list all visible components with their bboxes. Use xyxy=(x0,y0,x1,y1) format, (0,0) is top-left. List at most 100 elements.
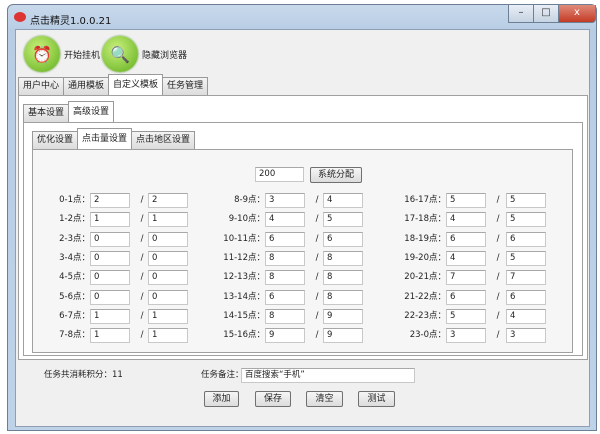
hour-max-input[interactable]: 5 xyxy=(506,250,546,266)
hour-min-input[interactable]: 8 xyxy=(265,250,305,266)
hour-min-input[interactable]: 1 xyxy=(90,308,130,324)
tab-basic-settings[interactable]: 基本设置 xyxy=(23,104,70,122)
hour-min-input[interactable]: 4 xyxy=(446,212,486,228)
hour-max-input[interactable]: 4 xyxy=(506,308,546,324)
tab-task-management[interactable]: 任务管理 xyxy=(162,77,209,95)
magnifier-icon: 🔍 xyxy=(102,36,138,72)
alarm-clock-icon: ⏰ xyxy=(24,36,60,72)
hour-max-input[interactable]: 9 xyxy=(323,328,363,344)
hour-max-input[interactable]: 4 xyxy=(323,193,363,208)
hour-max-input[interactable]: 1 xyxy=(148,308,188,324)
slash-separator: / xyxy=(315,310,319,321)
slash-separator: / xyxy=(140,252,144,263)
maximize-button[interactable]: □ xyxy=(533,5,559,23)
hour-label: 12-13点： xyxy=(223,272,265,283)
hide-browser-button[interactable]: 🔍 隐藏浏览器 xyxy=(102,36,187,72)
task-note-input[interactable]: 百度搜索“手机” xyxy=(241,368,415,383)
hour-min-input[interactable]: 3 xyxy=(446,328,486,344)
slash-separator: / xyxy=(140,310,144,321)
save-button[interactable]: 保存 xyxy=(255,391,291,407)
hour-max-input[interactable]: 0 xyxy=(148,270,188,286)
main-tabs: 用户中心 通用模板 自定义模板 任务管理 xyxy=(18,74,209,95)
hour-label: 8-9点： xyxy=(234,195,265,205)
tab-click-region-settings[interactable]: 点击地区设置 xyxy=(131,131,196,149)
slash-separator: / xyxy=(496,252,500,263)
hour-max-input[interactable]: 2 xyxy=(148,193,188,208)
hour-max-input[interactable]: 6 xyxy=(506,289,546,305)
slash-separator: / xyxy=(315,291,319,302)
total-clicks-input[interactable]: 200 xyxy=(255,167,304,182)
add-button[interactable]: 添加 xyxy=(204,391,239,407)
client-area: ⏰ 开始挂机 🔍 隐藏浏览器 用户中心 通用模板 自定义模板 任务管理 基本设置… xyxy=(15,29,590,427)
hour-max-input[interactable]: 7 xyxy=(506,270,546,286)
hour-max-input[interactable]: 0 xyxy=(148,250,188,266)
hour-min-input[interactable]: 1 xyxy=(90,328,130,344)
hour-min-input[interactable]: 1 xyxy=(90,212,130,228)
hour-max-input[interactable]: 5 xyxy=(506,212,546,228)
hour-min-input[interactable]: 6 xyxy=(446,231,486,247)
hour-max-input[interactable]: 6 xyxy=(506,231,546,247)
tab-click-count-settings[interactable]: 点击量设置 xyxy=(77,128,133,149)
hour-min-input[interactable]: 6 xyxy=(265,289,305,305)
hour-label: 2-3点： xyxy=(59,233,90,244)
test-button[interactable]: 测试 xyxy=(358,391,395,407)
start-button[interactable]: ⏰ 开始挂机 xyxy=(24,36,100,72)
hour-label: 19-20点： xyxy=(404,252,446,263)
hour-max-input[interactable]: 0 xyxy=(148,231,188,247)
hour-label: 9-10点： xyxy=(228,214,265,225)
tab-custom-template[interactable]: 自定义模板 xyxy=(108,74,164,95)
hour-min-input[interactable]: 9 xyxy=(265,328,305,344)
hour-min-input[interactable]: 4 xyxy=(446,250,486,266)
hour-min-input[interactable]: 5 xyxy=(446,308,486,324)
hour-min-input[interactable]: 7 xyxy=(446,270,486,286)
hour-max-input[interactable]: 1 xyxy=(148,212,188,228)
hour-label: 23-0点： xyxy=(409,330,446,341)
points-label-text: 任务共消耗积分： xyxy=(44,370,113,380)
hour-min-input[interactable]: 0 xyxy=(90,250,130,266)
hour-max-input[interactable]: 9 xyxy=(323,308,363,324)
hour-label: 22-23点： xyxy=(404,310,446,321)
slash-separator: / xyxy=(315,195,319,205)
clear-button[interactable]: 清空 xyxy=(306,391,343,407)
hour-label: 0-1点： xyxy=(59,195,90,205)
hour-max-input[interactable]: 8 xyxy=(323,250,363,266)
hour-max-input[interactable]: 0 xyxy=(148,289,188,305)
slash-separator: / xyxy=(315,214,319,225)
hour-max-input[interactable]: 5 xyxy=(323,212,363,228)
tab-optimize-settings[interactable]: 优化设置 xyxy=(32,131,79,149)
hour-max-input[interactable]: 8 xyxy=(323,289,363,305)
slash-separator: / xyxy=(140,233,144,244)
hour-min-input[interactable]: 5 xyxy=(446,193,486,208)
note-label: 任务备注： xyxy=(201,370,244,380)
inner-tabs: 优化设置 点击量设置 点击地区设置 xyxy=(32,128,196,149)
slash-separator: / xyxy=(496,291,500,302)
hour-min-input[interactable]: 8 xyxy=(265,308,305,324)
slash-separator: / xyxy=(496,214,500,225)
hour-label: 15-16点： xyxy=(223,330,265,341)
slash-separator: / xyxy=(315,330,319,341)
hour-max-input[interactable]: 3 xyxy=(506,328,546,344)
hour-min-input[interactable]: 8 xyxy=(265,270,305,286)
hour-min-input[interactable]: 0 xyxy=(90,270,130,286)
system-allocate-button[interactable]: 系统分配 xyxy=(310,167,362,183)
hour-max-input[interactable]: 1 xyxy=(148,328,188,344)
tab-common-template[interactable]: 通用模板 xyxy=(63,77,110,95)
hour-min-input[interactable]: 4 xyxy=(265,212,305,228)
hour-min-input[interactable]: 0 xyxy=(90,289,130,305)
hour-label: 16-17点： xyxy=(404,195,446,205)
hour-label: 13-14点： xyxy=(223,291,265,302)
hour-min-input[interactable]: 6 xyxy=(446,289,486,305)
hour-min-input[interactable]: 6 xyxy=(265,231,305,247)
tab-user-center[interactable]: 用户中心 xyxy=(18,77,65,95)
hour-label: 18-19点： xyxy=(404,233,446,244)
hour-max-input[interactable]: 5 xyxy=(506,193,546,208)
minimize-button[interactable]: – xyxy=(508,5,534,23)
hour-min-input[interactable]: 2 xyxy=(90,193,130,208)
close-button[interactable]: x xyxy=(558,5,596,23)
hour-max-input[interactable]: 6 xyxy=(323,231,363,247)
hour-min-input[interactable]: 3 xyxy=(265,193,305,208)
tab-advanced-settings[interactable]: 高级设置 xyxy=(68,101,115,122)
slash-separator: / xyxy=(315,252,319,263)
hour-min-input[interactable]: 0 xyxy=(90,231,130,247)
hour-max-input[interactable]: 8 xyxy=(323,270,363,286)
